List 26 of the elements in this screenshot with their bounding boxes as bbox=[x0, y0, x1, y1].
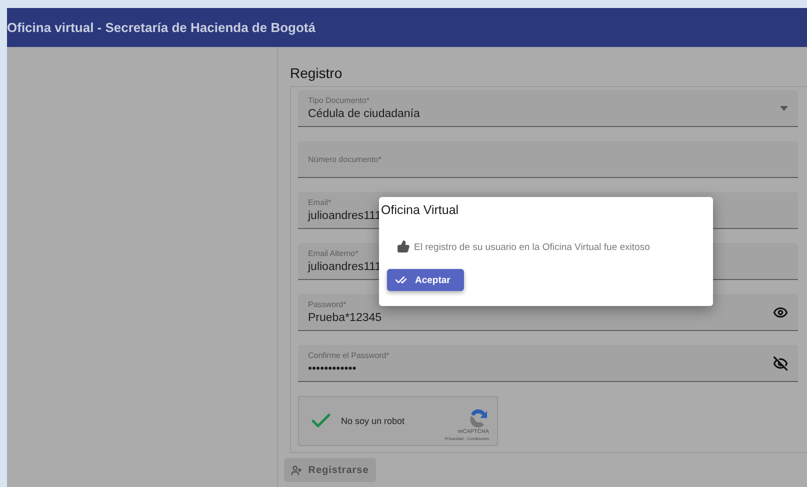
dialog-title: Oficina Virtual bbox=[381, 203, 460, 217]
field-label: Email Alterno* bbox=[308, 249, 360, 258]
double-check-icon bbox=[395, 274, 407, 286]
field-label: Confirme el Password* bbox=[308, 351, 390, 360]
captcha-logo-icon bbox=[467, 408, 489, 428]
eye-off-icon[interactable] bbox=[773, 356, 788, 370]
field-value: •••••••••••• bbox=[308, 363, 358, 375]
captcha-label: No soy un robot bbox=[341, 416, 406, 426]
password-field[interactable]: Confirme el Password* •••••••••••• bbox=[298, 345, 798, 382]
field-label: Password* bbox=[308, 300, 348, 309]
field-label: Tipo Documento* bbox=[308, 96, 371, 105]
form-title: Registro bbox=[290, 65, 344, 81]
field-value: julioandres111 bbox=[308, 261, 382, 273]
field-value: Cédula de ciudadanía bbox=[308, 108, 421, 120]
field-value: julioandres111 bbox=[308, 210, 382, 222]
select-field[interactable]: Tipo Documento* Cédula de ciudadanía bbox=[298, 90, 798, 127]
add-user-icon bbox=[291, 464, 302, 476]
field-value: Prueba*12345 bbox=[308, 312, 383, 324]
dialog-message: El registro de su usuario en la Oficina Virtual fue exitoso bbox=[414, 242, 650, 253]
field-label: Email* bbox=[308, 198, 332, 207]
thumbs-up-icon bbox=[397, 240, 410, 253]
eye-icon[interactable] bbox=[773, 304, 788, 320]
accept-button[interactable]: Aceptar bbox=[387, 269, 464, 291]
app-title: Oficina virtual - Secretaría de Hacienda de Bogotá bbox=[7, 20, 316, 35]
field-label: Número documento* bbox=[308, 154, 382, 164]
caret-icon bbox=[780, 106, 788, 110]
